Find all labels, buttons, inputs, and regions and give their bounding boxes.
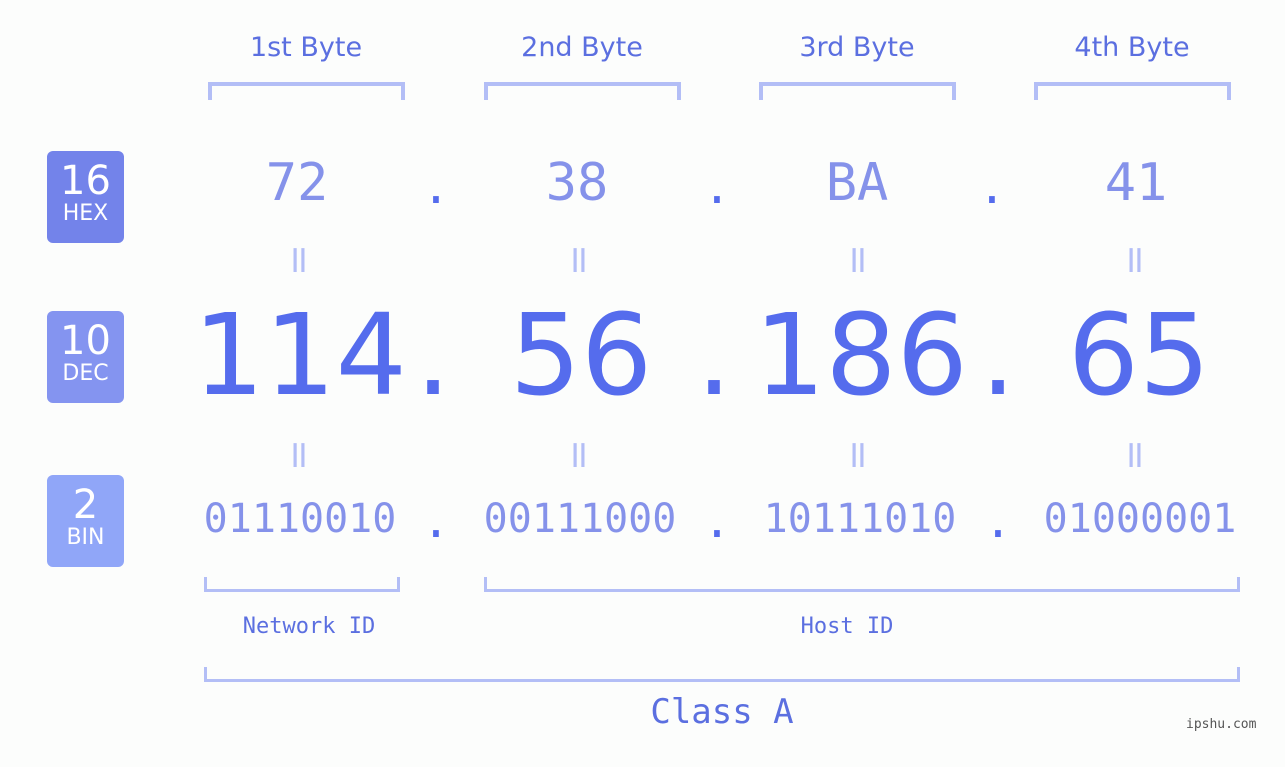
hex-base: 16 <box>60 158 111 204</box>
network-id-label: Network ID <box>242 614 376 639</box>
byte-header-4: 4th Byte <box>1074 32 1190 63</box>
host-bracket <box>484 577 1240 592</box>
hex-dot-1: . <box>422 160 450 214</box>
dec-value-2: 56 <box>509 291 653 421</box>
hex-badge: 16 HEX <box>47 151 124 243</box>
equals-icon: = <box>558 244 602 276</box>
byte-bracket-4 <box>1034 82 1231 100</box>
dec-badge: 10 DEC <box>47 311 124 403</box>
class-label: Class A <box>650 692 794 732</box>
class-bracket <box>204 667 1240 682</box>
dec-value-3: 186 <box>754 291 968 421</box>
byte-header-3: 3rd Byte <box>799 32 915 63</box>
hex-value-3: BA <box>825 153 889 213</box>
dec-value-1: 114 <box>193 291 407 421</box>
bin-badge: 2 BIN <box>47 475 124 567</box>
bin-label: BIN <box>66 525 105 550</box>
equals-icon: = <box>837 439 881 471</box>
bin-value-2: 00111000 <box>483 496 677 542</box>
bin-value-4: 01000001 <box>1043 496 1237 542</box>
equals-icon: = <box>1114 439 1158 471</box>
hex-value-2: 38 <box>545 153 609 213</box>
equals-icon: = <box>558 439 602 471</box>
byte-bracket-2 <box>484 82 681 100</box>
byte-bracket-1 <box>208 82 405 100</box>
byte-header-1: 1st Byte <box>249 32 363 63</box>
dec-base: 10 <box>60 318 111 364</box>
dec-label: DEC <box>62 361 109 386</box>
hex-dot-2: . <box>703 160 731 214</box>
hex-dot-3: . <box>978 160 1006 214</box>
bin-value-1: 01110010 <box>203 496 397 542</box>
byte-header-2: 2nd Byte <box>521 32 643 63</box>
bin-base: 2 <box>72 482 99 528</box>
dec-dot-2: . <box>696 291 732 421</box>
hex-value-4: 41 <box>1104 153 1168 213</box>
network-bracket <box>204 577 400 592</box>
dec-dot-1: . <box>415 291 451 421</box>
equals-icon: = <box>837 244 881 276</box>
equals-icon: = <box>1114 244 1158 276</box>
equals-icon: = <box>278 439 322 471</box>
dec-value-4: 65 <box>1067 291 1211 421</box>
watermark: ipshu.com <box>1186 717 1257 732</box>
byte-bracket-3 <box>759 82 956 100</box>
bin-value-3: 10111010 <box>763 496 957 542</box>
equals-icon: = <box>278 244 322 276</box>
hex-value-1: 72 <box>265 153 329 213</box>
host-id-label: Host ID <box>800 614 894 639</box>
hex-label: HEX <box>62 201 109 226</box>
